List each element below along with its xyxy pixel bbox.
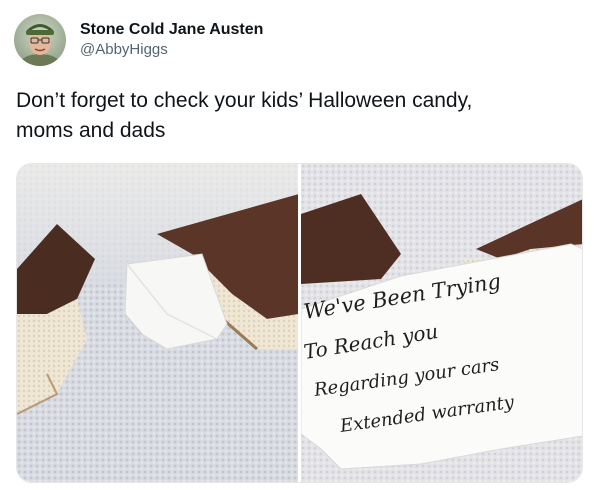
photo-candy-with-paper[interactable]: [17, 164, 298, 482]
user-photo-icon: [14, 14, 66, 66]
photo-note[interactable]: We've Been Trying To Reach you Regarding…: [300, 164, 582, 482]
tweet-card: Stone Cold Jane Austen @AbbyHiggs Don’t …: [0, 0, 599, 499]
tweet-text: Don’t forget to check your kids’ Hallowe…: [16, 89, 473, 142]
candy-photo-left: [17, 164, 298, 482]
display-name[interactable]: Stone Cold Jane Austen: [80, 20, 263, 40]
candy-photo-right: We've Been Trying To Reach you Regarding…: [300, 164, 582, 482]
media-grid: We've Been Trying To Reach you Regarding…: [16, 163, 583, 483]
tweet-header: Stone Cold Jane Austen @AbbyHiggs: [14, 14, 263, 66]
avatar[interactable]: [14, 14, 66, 66]
user-handle[interactable]: @AbbyHiggs: [80, 40, 263, 60]
author-names: Stone Cold Jane Austen @AbbyHiggs: [80, 20, 263, 60]
